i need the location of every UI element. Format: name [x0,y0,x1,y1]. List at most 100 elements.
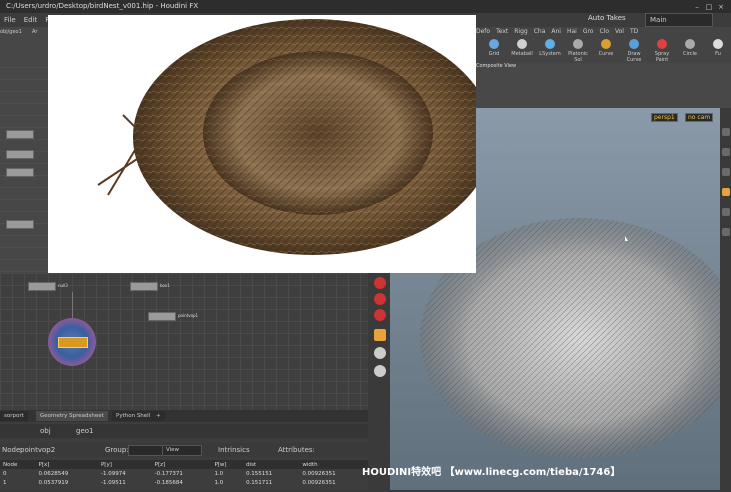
tab-viewport[interactable]: sorport [0,411,28,421]
shelf-tool-label: Draw Curve [626,51,642,63]
shelf-tool-draw-curve[interactable]: Draw Curve [622,39,646,63]
viewport-right-toolbar [720,108,731,490]
viewport-tab[interactable]: Composite View [476,63,516,69]
magnet-icon[interactable] [374,277,386,289]
table-cell: -1.09511 [100,479,126,486]
menu-edit[interactable]: Edit [24,16,38,24]
node-name: pointvop2 [20,446,56,454]
shelf-tab[interactable]: Ani [551,28,561,35]
network-node[interactable] [130,282,158,291]
desktop-select[interactable]: Main [645,13,713,27]
network-node[interactable] [6,150,34,159]
camera-menu[interactable]: persp1 [651,113,678,122]
watermark-text: HOUDINI特效吧 【www.linecg.com/tieba/1746】 [362,467,621,478]
camera-icon[interactable] [374,365,386,377]
shelf-tab[interactable]: Vol [615,28,624,35]
table-cell: 0.0537919 [38,479,69,486]
network-node[interactable] [148,312,176,321]
tab-geometry-spreadsheet[interactable]: Geometry Spreadsheet [36,411,108,421]
table-cell: 1 [3,479,7,486]
render-icon[interactable] [374,347,386,359]
table-cell: -0.185684 [154,479,183,486]
shelf-tab[interactable]: Hai [567,28,577,35]
column-header[interactable]: P[y] [97,460,152,469]
column-header[interactable]: P[w] [211,460,244,469]
visibility-icon[interactable] [722,208,730,216]
menu-file[interactable]: File [4,16,16,24]
selected-node-pointvop2[interactable] [58,337,88,348]
node-label: box1 [160,283,170,288]
shelf-tab[interactable]: Cha [534,28,546,35]
shelf-tab[interactable]: Rigg [514,28,527,35]
table-header: Node P[x] P[y] P[z] P[w] dist width [0,460,368,469]
shading-icon[interactable] [722,188,730,196]
column-header[interactable]: Node [0,460,36,469]
column-header[interactable]: P[x] [35,460,98,469]
table-row[interactable]: 1 0.0537919 -1.09511 -0.185684 1.0 0.151711 0.… [0,478,368,487]
column-header[interactable]: dist [243,460,300,469]
no-cam-menu[interactable]: no cam [685,113,714,122]
shelf-tab[interactable]: Clo [599,28,609,35]
shelf-tool-circle[interactable]: Circle [678,39,702,57]
shelf-tool-label: Grid [488,51,500,57]
pane-tab-ar[interactable]: Ar [32,29,37,35]
shelf-tab[interactable]: Text [496,28,508,35]
group-field[interactable] [128,445,164,456]
shelf-tool-spray-paint[interactable]: Spray Paint [650,39,674,63]
snap-icon[interactable] [374,329,386,341]
auto-takes-toggle[interactable]: Auto Takes [588,14,626,22]
network-node[interactable] [6,168,34,177]
path-geo1[interactable]: geo1 [76,424,94,438]
table-body: 0 0.0628549 -1.09974 -0.177371 1.0 0.155151 0.… [0,469,368,487]
tab-python-shell[interactable]: Python Shell [112,411,155,421]
magnet-icon[interactable] [374,293,386,305]
title-bar: C:/Users/urdro/Desktop/birdNest_v001.hip… [0,0,731,13]
attributes-label: Attributes: [278,446,315,454]
shelf-tool-icon [573,39,583,49]
shelf-tab[interactable]: TD [630,28,638,35]
shelf-tool-fu[interactable]: Fu [706,39,730,57]
shelf-tool-label: Platonic Sol [568,51,588,63]
shelf-tool-metaball[interactable]: Metaball [510,39,534,57]
network-node[interactable] [28,282,56,291]
shelf-tool-icon [713,39,723,49]
shelf-tool-label: Fu [715,51,721,57]
shelf-tool-platonic-sol[interactable]: Platonic Sol [566,39,590,63]
shelf-tab[interactable]: Defo [476,28,490,35]
shelf-tool-curve[interactable]: Curve [594,39,618,57]
column-header[interactable]: P[z] [151,460,212,469]
filter-bar: Node: pointvop2 Group: View Intrinsics A… [0,443,368,457]
table-cell: 0.00926351 [302,470,336,477]
intrinsics-toggle[interactable]: Intrinsics [218,443,250,457]
table-row[interactable]: 0 0.0628549 -1.09974 -0.177371 1.0 0.155151 0.… [0,469,368,478]
column-header[interactable]: width [299,460,368,469]
close-button[interactable]: × [715,2,727,12]
node-wire [72,292,73,318]
shelf-tool-lsystem[interactable]: LSystem [538,39,562,57]
path-obj[interactable]: obj [40,424,51,438]
network-node[interactable] [6,130,34,139]
shelf-tool-icon [517,39,527,49]
magnet-icon[interactable] [374,309,386,321]
shelf-tool-label: Spray Paint [654,51,670,63]
shelf-tool-icon [685,39,695,49]
view-dropdown[interactable]: View [162,445,202,456]
table-cell: 1.0 [214,470,224,477]
shelf-tab[interactable]: Gro [583,28,594,35]
shelf-tool-label: Circle [682,51,698,57]
maximize-button[interactable]: □ [703,2,715,12]
shelf-tool-icon [601,39,611,49]
selection-icon[interactable] [722,228,730,236]
add-tab-button[interactable]: + [152,411,165,421]
viewport-header [476,63,731,108]
lock-icon[interactable] [722,148,730,156]
snap-icon[interactable] [722,168,730,176]
network-node[interactable] [6,220,34,229]
shelf-tool-grid[interactable]: Grid [482,39,506,57]
minimize-button[interactable]: – [691,2,703,12]
table-cell: 0.00926351 [302,479,336,486]
path-bar: obj geo1 [0,424,368,438]
pane-tab-geo[interactable]: obj/geo1 [0,29,22,35]
viewport-left-toolbar [370,273,390,473]
display-option-icon[interactable] [722,128,730,136]
